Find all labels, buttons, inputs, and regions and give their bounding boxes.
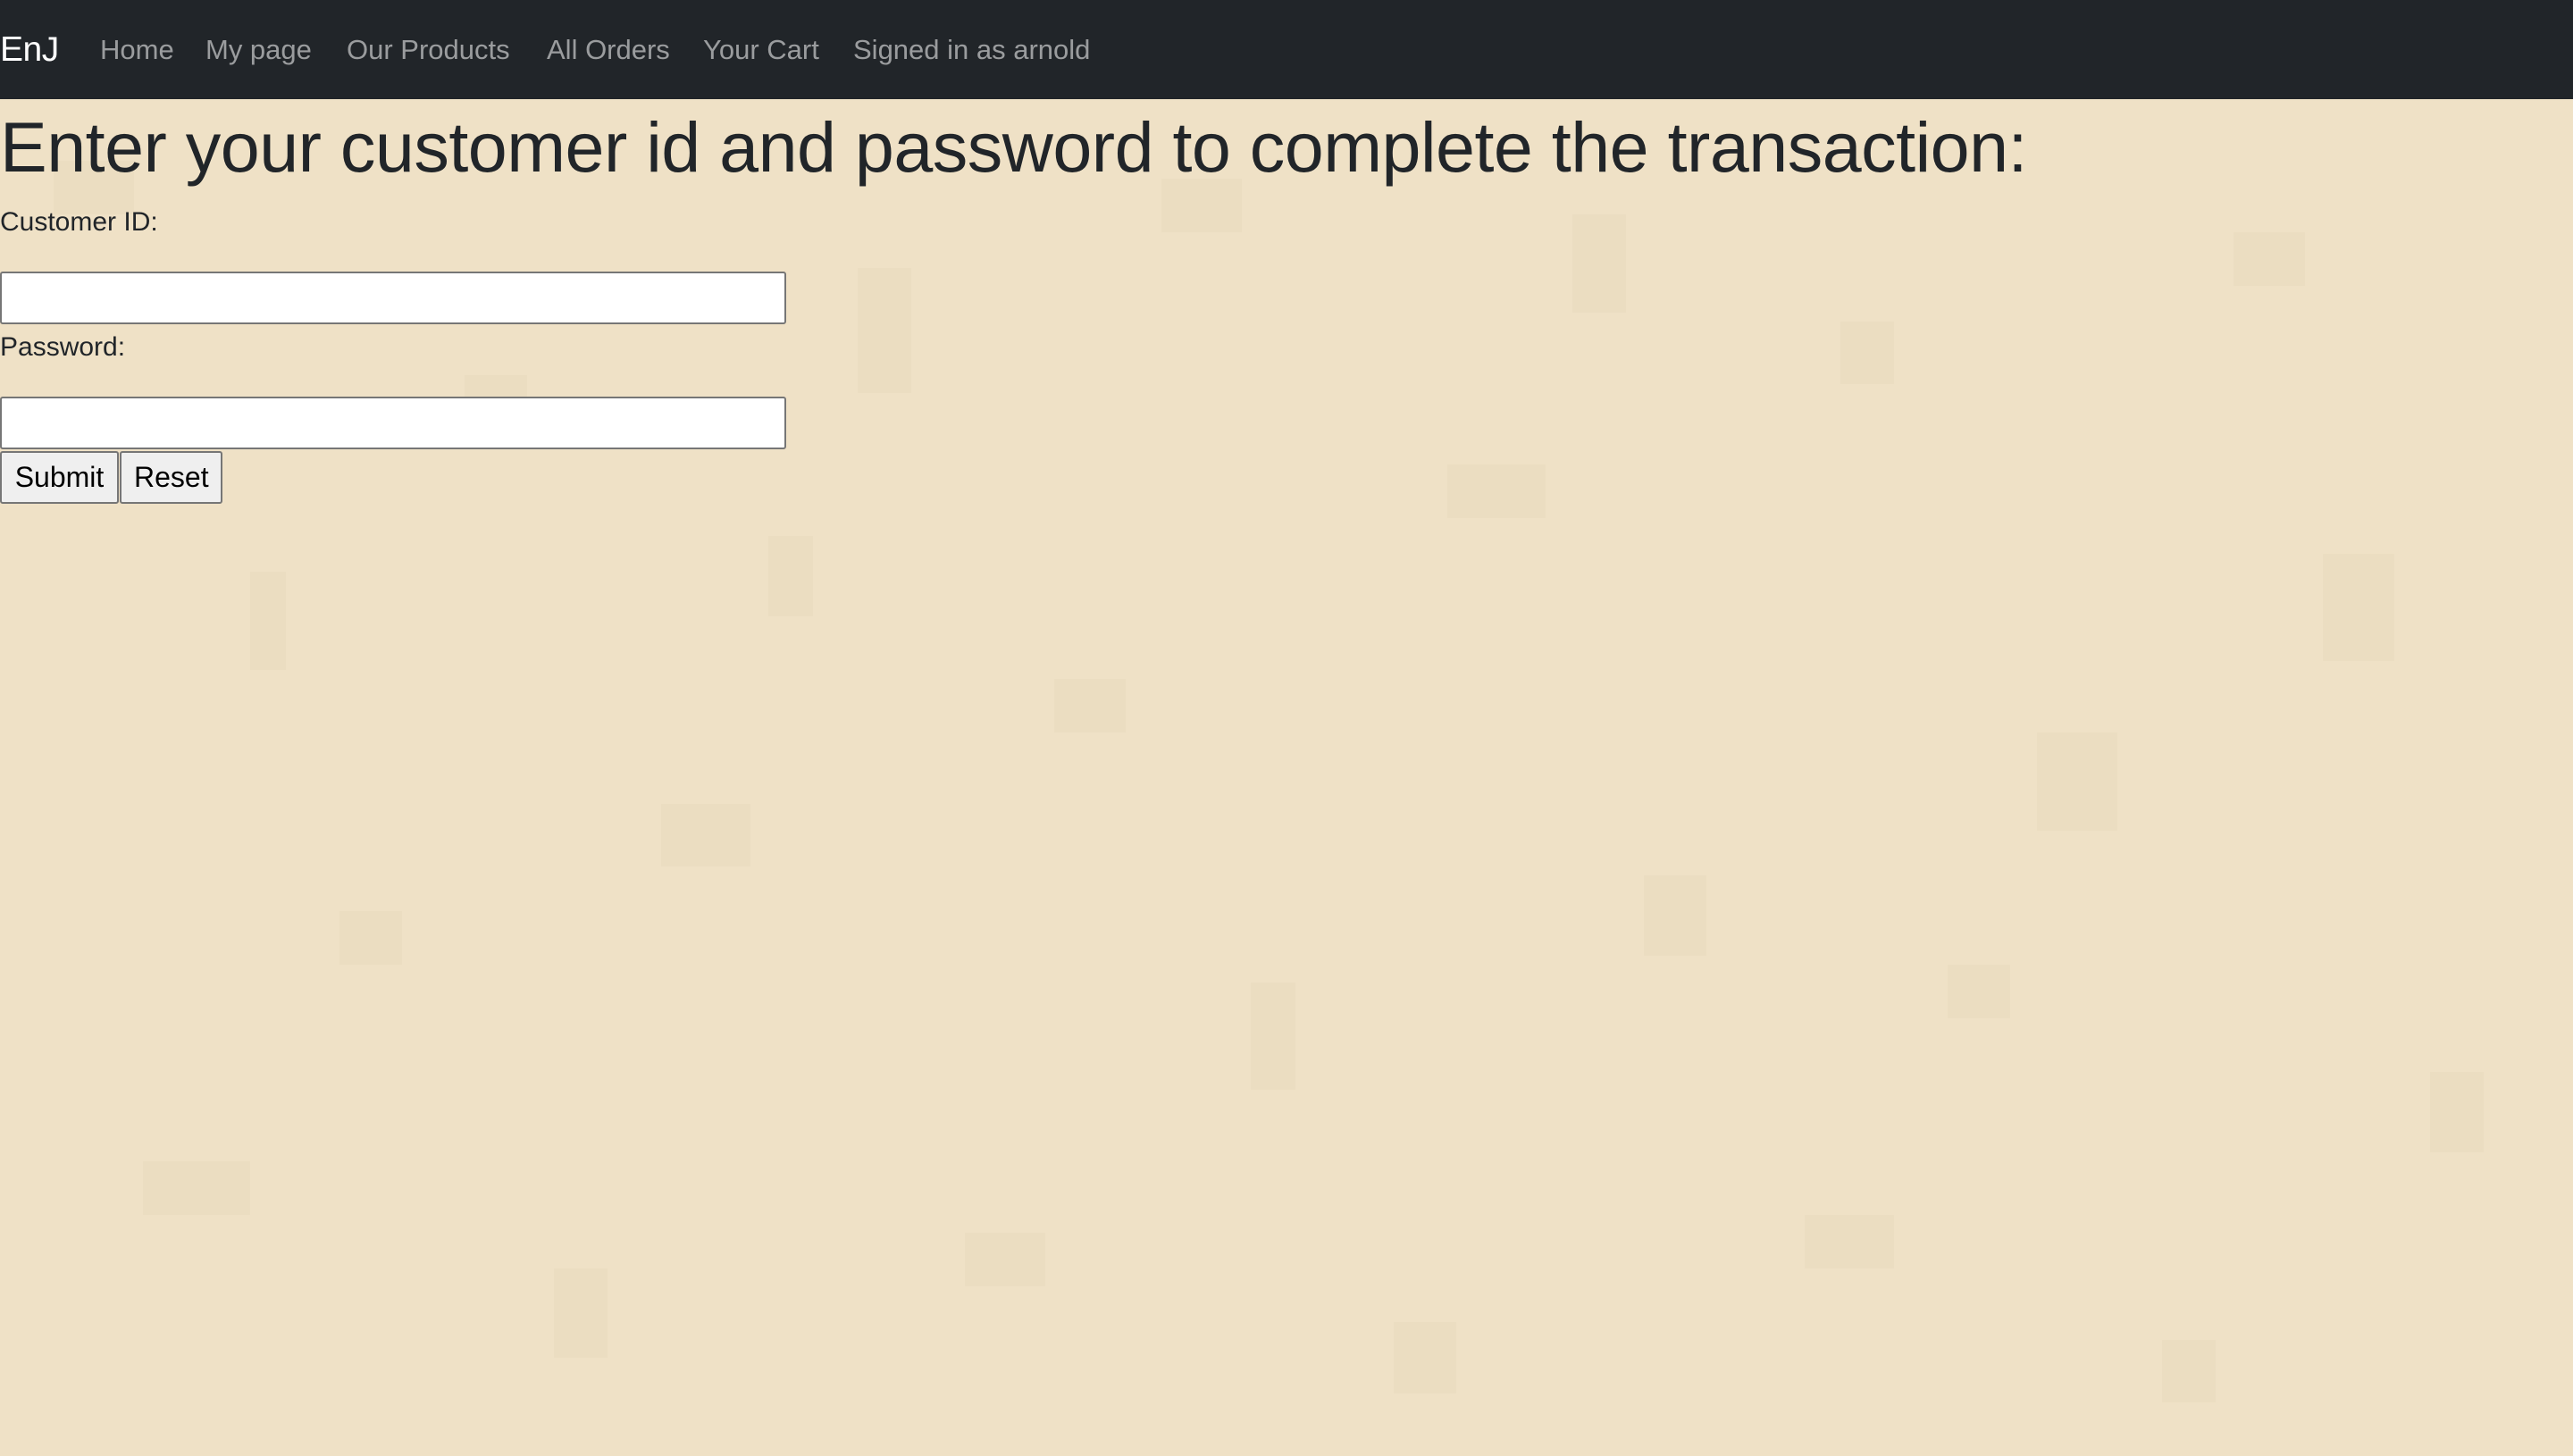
page-title: Enter your customer id and password to c… xyxy=(0,107,2027,187)
nav-link-your-cart[interactable]: Your Cart xyxy=(703,30,819,70)
top-navbar: EnJ Home My page Our Products All Orders… xyxy=(0,0,2573,99)
reset-button[interactable]: Reset xyxy=(120,451,222,504)
customer-id-input[interactable] xyxy=(0,272,786,324)
submit-button[interactable]: Submit xyxy=(0,451,119,504)
nav-link-my-page[interactable]: My page xyxy=(205,30,312,70)
customer-id-label: Customer ID: xyxy=(0,207,158,237)
nav-link-all-orders[interactable]: All Orders xyxy=(547,30,670,70)
nav-link-our-products[interactable]: Our Products xyxy=(347,30,510,70)
password-label: Password: xyxy=(0,332,126,362)
brand-logo[interactable]: EnJ xyxy=(0,27,59,73)
password-input[interactable] xyxy=(0,397,786,449)
background-texture xyxy=(0,0,2573,1456)
nav-link-home[interactable]: Home xyxy=(100,30,174,70)
nav-link-signed-in-user[interactable]: Signed in as arnold xyxy=(853,30,1090,70)
